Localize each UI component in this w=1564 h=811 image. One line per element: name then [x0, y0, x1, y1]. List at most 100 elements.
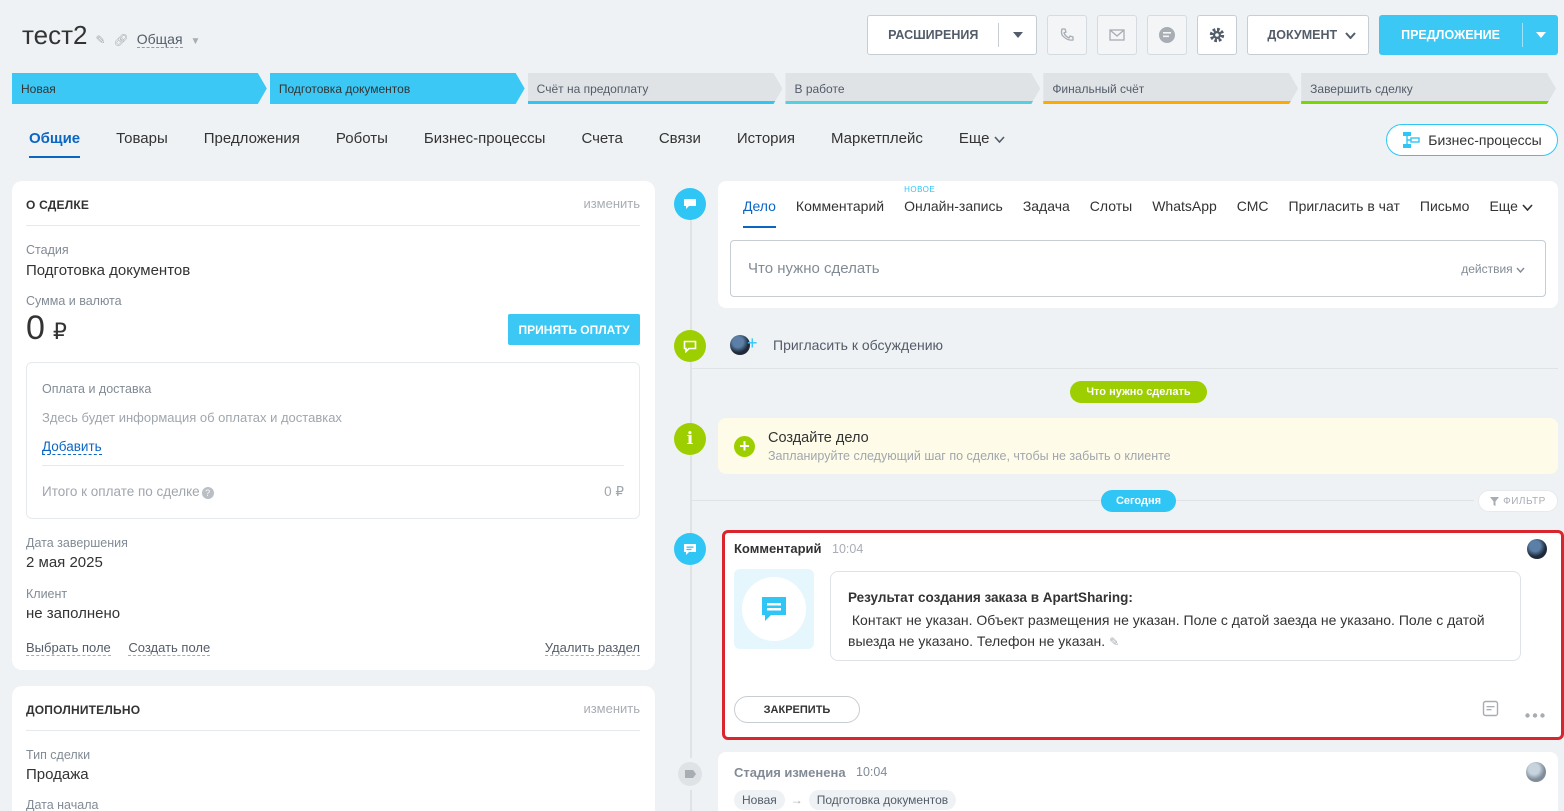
filter-button[interactable]: ФИЛЬТР — [1478, 490, 1558, 512]
select-field-link[interactable]: Выбрать поле — [26, 640, 111, 656]
tab-marketplace[interactable]: Маркетплейс — [831, 130, 923, 158]
add-circle-icon[interactable]: + — [734, 436, 755, 457]
activity-tab-todo[interactable]: Задача — [1023, 198, 1070, 228]
chat-icon[interactable] — [1147, 15, 1188, 55]
extensions-button[interactable]: РАСШИРЕНИЯ — [867, 15, 1038, 55]
tab-products[interactable]: Товары — [116, 130, 168, 158]
close-date-value[interactable]: 2 мая 2025 — [26, 554, 103, 571]
header-toolbar: РАСШИРЕНИЯ ДОКУМЕНТ ПРЕДЛОЖЕНИЕ — [867, 15, 1558, 55]
avatar[interactable] — [1527, 539, 1547, 559]
tab-more[interactable]: Еще — [959, 130, 1005, 158]
help-icon[interactable]: ? — [201, 487, 214, 499]
plus-icon[interactable]: + — [747, 333, 758, 354]
pencil-icon[interactable]: ✎ — [95, 33, 105, 47]
delete-section-link[interactable]: Удалить раздел — [544, 640, 640, 656]
stage-new[interactable]: Новая — [12, 73, 267, 104]
more-icon[interactable] — [1525, 705, 1545, 721]
stage-changed-title: Стадия изменена — [734, 765, 846, 780]
stage-close-deal[interactable]: Завершить сделку — [1301, 73, 1556, 104]
edit-link[interactable]: изменить — [583, 701, 640, 716]
divider — [26, 225, 640, 226]
link-icon[interactable]: 🔗︎ — [114, 33, 129, 47]
start-date-label: Дата начала — [26, 798, 99, 811]
create-field-link[interactable]: Создать поле — [128, 640, 211, 656]
new-badge: НОВОЕ — [904, 185, 936, 194]
flowchart-icon — [1403, 132, 1420, 148]
actions-dropdown[interactable]: действия — [1461, 262, 1525, 276]
divider — [26, 730, 640, 731]
deal-title-bar: тест2 ✎ 🔗︎ Общая ▼ — [22, 20, 200, 51]
discussion-dot-icon — [674, 330, 706, 362]
activity-tab-sms[interactable]: СМС — [1237, 198, 1269, 228]
panel-links: Выбрать поле Создать поле Удалить раздел — [26, 640, 640, 656]
deal-name: тест2 — [22, 20, 88, 50]
tab-general[interactable]: Общие — [29, 130, 81, 158]
stage-changed-card: Стадия изменена 10:04 Новая → Подготовка… — [718, 752, 1558, 811]
stage-to-badge: Подготовка документов — [808, 790, 957, 810]
avatar[interactable] — [1526, 762, 1546, 782]
activity-tab-whatsapp[interactable]: WhatsApp — [1152, 198, 1217, 228]
comment-card: Комментарий 10:04 Результат создания зак… — [722, 530, 1564, 740]
pencil-icon[interactable]: ✎ — [1109, 635, 1119, 649]
today-pill: Сегодня — [1101, 490, 1176, 512]
invite-discussion[interactable]: + Пригласить к обсуждению — [718, 324, 1558, 366]
tab-history[interactable]: История — [737, 130, 795, 158]
total-label: Итого к оплате по сделке? — [42, 484, 214, 499]
client-value[interactable]: не заполнено — [26, 605, 120, 622]
note-icon[interactable] — [1482, 700, 1499, 720]
comment-bubble: Результат создания заказа в ApartSharing… — [830, 571, 1521, 661]
timeline-line — [690, 205, 692, 811]
about-deal-panel: О СДЕЛКЕ изменить Стадия Подготовка доку… — [12, 181, 655, 670]
payment-title: Оплата и доставка — [42, 382, 152, 396]
arrow-right-icon: → — [790, 793, 803, 807]
mail-icon[interactable] — [1097, 15, 1138, 55]
activity-tab-invite-chat[interactable]: Пригласить в чат — [1289, 198, 1400, 228]
activity-tab-comment[interactable]: Комментарий — [796, 198, 884, 228]
tab-proposals[interactable]: Предложения — [204, 130, 300, 158]
deal-type-value[interactable]: Продажа — [26, 766, 89, 783]
business-processes-button[interactable]: Бизнес-процессы — [1386, 124, 1558, 156]
sum-value[interactable]: 0 ₽ — [26, 309, 67, 348]
tab-links[interactable]: Связи — [659, 130, 701, 158]
sum-label: Сумма и валюта — [26, 294, 122, 308]
activity-tabs: Дело Комментарий НОВОЕ Онлайн-запись Зада… — [743, 185, 1533, 228]
activity-tab-email[interactable]: Письмо — [1420, 198, 1470, 228]
tab-business-processes[interactable]: Бизнес-процессы — [424, 130, 546, 158]
message-icon — [734, 569, 814, 649]
activity-tab-slots[interactable]: Слоты — [1090, 198, 1132, 228]
proposal-button[interactable]: ПРЕДЛОЖЕНИЕ — [1379, 15, 1558, 55]
category-selector[interactable]: Общая — [136, 31, 183, 48]
activity-tab-online-booking[interactable]: НОВОЕ Онлайн-запись — [904, 185, 1003, 228]
document-button[interactable]: ДОКУМЕНТ — [1247, 15, 1370, 55]
payment-info: Здесь будет информация об оплатах и дост… — [42, 410, 342, 425]
create-task-card[interactable]: + Создайте дело Запланируйте следующий ш… — [718, 418, 1558, 474]
gear-icon[interactable] — [1197, 15, 1238, 55]
section-title: О СДЕЛКЕ — [26, 198, 90, 212]
activity-tab-task[interactable]: Дело — [743, 198, 776, 228]
phone-icon[interactable] — [1047, 15, 1088, 55]
stage-document-preparation[interactable]: Подготовка документов — [270, 73, 525, 104]
activity-tab-more[interactable]: Еще — [1489, 198, 1533, 228]
deal-tabs: Общие Товары Предложения Роботы Бизнес-п… — [29, 130, 1005, 158]
chevron-down-icon[interactable]: ▼ — [191, 36, 201, 47]
stage-in-progress[interactable]: В работе — [785, 73, 1040, 104]
chevron-down-icon — [1516, 267, 1525, 273]
edit-link[interactable]: изменить — [583, 196, 640, 211]
accept-payment-button[interactable]: ПРИНЯТЬ ОПЛАТУ — [508, 314, 640, 345]
chevron-down-icon[interactable] — [1522, 23, 1558, 47]
chevron-down-icon[interactable] — [998, 23, 1036, 47]
pin-button[interactable]: ЗАКРЕПИТЬ — [734, 696, 860, 723]
stage-from-badge: Новая — [734, 790, 785, 810]
add-payment-link[interactable]: Добавить — [42, 439, 102, 455]
activity-input[interactable]: Что нужно сделать действия — [730, 240, 1546, 297]
stage-prepayment-invoice[interactable]: Счёт на предоплату — [528, 73, 783, 104]
stage-value[interactable]: Подготовка документов — [26, 262, 190, 279]
stage-progress-bar: Новая Подготовка документов Счёт на пред… — [12, 73, 1556, 104]
tab-robots[interactable]: Роботы — [336, 130, 388, 158]
tab-invoices[interactable]: Счета — [581, 130, 622, 158]
stage-final-invoice[interactable]: Финальный счёт — [1043, 73, 1298, 104]
stage-label: Стадия — [26, 243, 69, 257]
comment-time: 10:04 — [832, 542, 864, 556]
filter-icon — [1490, 496, 1500, 506]
info-dot-icon: i — [674, 423, 706, 455]
